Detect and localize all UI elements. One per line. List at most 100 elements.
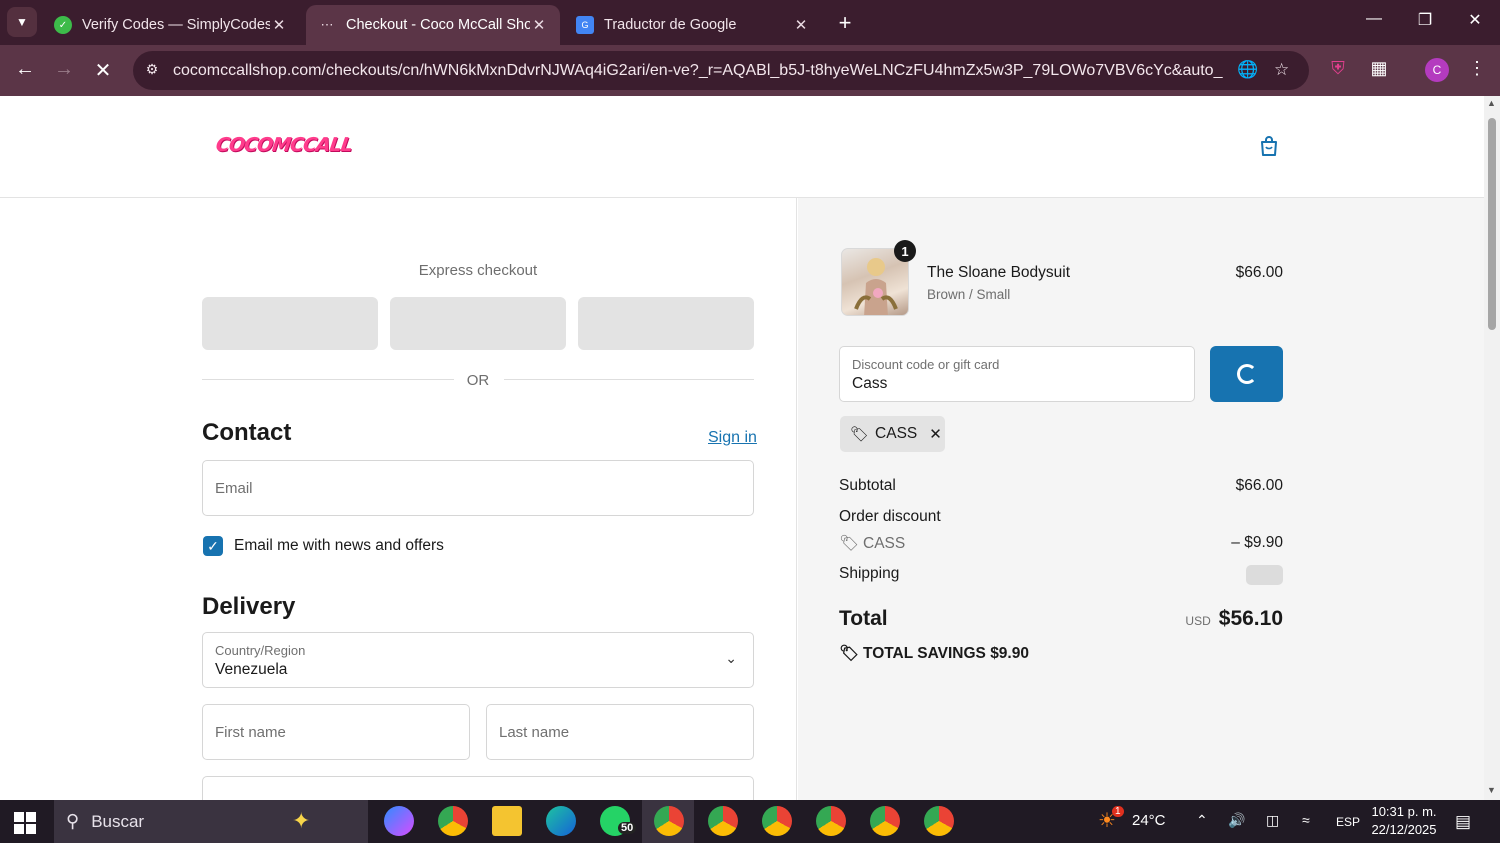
savings-value: $9.90 [990,645,1029,662]
newsletter-label: Email me with news and offers [234,537,444,554]
country-select[interactable]: Country/Region Venezuela ⌄ [202,632,754,688]
tab-title: Traductor de Google [604,17,737,33]
chevron-up-icon[interactable]: ⌃ [1196,812,1208,829]
email-field[interactable]: Email [202,460,754,516]
chrome-profile-c-icon[interactable] [654,806,684,836]
currency-code: USD [1185,614,1211,628]
tab-search-button[interactable]: ▼ [7,7,37,37]
new-tab-icon[interactable]: + [833,10,857,36]
total-savings: 🏷 TOTAL SAVINGS $9.90 [839,644,1029,663]
close-tab-icon[interactable]: ✕ [792,16,810,34]
wifi-icon[interactable]: ≈ [1302,812,1310,828]
remove-discount-icon[interactable]: ✕ [929,425,942,443]
menu-dots-icon[interactable]: ⋮ [1464,58,1490,79]
close-tab-icon[interactable]: ✕ [270,16,288,34]
chrome-profile-icon[interactable] [870,806,900,836]
product-price: $66.00 [1235,264,1283,281]
checkmark-icon: ✓ [207,537,219,554]
stop-loading-icon[interactable]: ✕ [90,58,116,83]
volume-icon[interactable]: 🔊 [1228,812,1245,829]
chrome-guest-icon[interactable] [924,806,954,836]
chrome-profile-icon[interactable] [816,806,846,836]
divider [202,379,454,380]
close-window-icon[interactable]: ✕ [1460,10,1490,30]
close-tab-icon[interactable]: ✕ [530,16,548,34]
profile-avatar[interactable]: C [1425,58,1449,82]
or-divider-label: OR [466,372,490,389]
discount-amount: – $9.90 [1231,534,1283,551]
tab-google-translate[interactable]: G Traductor de Google ✕ [564,5,822,45]
sign-in-link[interactable]: Sign in [708,429,757,447]
taskbar-search-box[interactable]: ⚲ Buscar ✦ [54,800,368,843]
tab-simplycodes[interactable]: ✓ Verify Codes — SimplyCodes ✕ [42,5,300,45]
taskbar-clock[interactable]: 10:31 p. m. 22/12/2025 [1364,803,1444,839]
file-explorer-icon[interactable] [492,806,522,836]
extensions-puzzle-icon[interactable]: ▦ [1366,58,1392,79]
display-icon[interactable]: ◫ [1266,812,1279,829]
scroll-up-icon[interactable]: ▲ [1487,98,1496,108]
weather-temperature[interactable]: 24°C [1132,812,1166,829]
product-variant: Brown / Small [927,287,1011,302]
chevron-down-icon: ⌄ [725,650,737,666]
minimize-icon[interactable]: — [1359,10,1389,28]
browser-toolbar: ← → ✕ ⚙ cocomccallshop.com/checkouts/cn/… [0,45,1500,96]
total-value: $56.10 [1218,607,1283,630]
address-field[interactable] [202,776,754,800]
total-row: Total USD $56.10 [839,607,1283,631]
restore-icon[interactable]: ❐ [1410,10,1440,30]
search-icon: ⚲ [66,811,80,831]
notifications-icon[interactable]: ▤ [1455,812,1471,832]
last-name-placeholder: Last name [499,724,570,741]
last-name-field[interactable]: Last name [486,704,754,760]
express-payment-button[interactable] [390,297,566,350]
product-name: The Sloane Bodysuit [927,264,1071,281]
discount-code-row: 🏷 CASS – $9.90 [839,534,1283,553]
google-translate-favicon-icon: G [576,16,594,34]
store-header: COCOMCCALL [0,96,1484,198]
forward-icon[interactable]: → [51,58,77,81]
quantity-badge: 1 [894,240,916,262]
site-info-icon[interactable]: ⚙ [143,61,161,79]
scrollbar-thumb[interactable] [1488,118,1496,330]
translate-icon[interactable]: 🌐 [1237,60,1258,80]
discount-code-field[interactable]: Discount code or gift card Cass [839,346,1195,402]
loading-spinner-icon [1236,364,1257,384]
clock-date: 22/12/2025 [1371,822,1437,837]
chrome-app-icon[interactable] [438,806,468,836]
shipping-row: Shipping [839,565,1283,585]
copilot-app-icon[interactable] [384,806,414,836]
loading-favicon-icon: ⋯ [320,17,334,32]
windows-start-icon[interactable] [14,812,36,834]
apply-discount-button[interactable] [1210,346,1283,402]
browser-tab-strip: ▼ ✓ Verify Codes — SimplyCodes ✕ ⋯ Check… [0,0,1500,45]
shopping-bag-icon[interactable] [1257,134,1281,158]
chrome-profile-p-icon[interactable] [708,806,738,836]
applied-discount-tag: 🏷 CASS ✕ [840,416,945,452]
newsletter-checkbox[interactable]: ✓ [203,536,223,556]
tab-title: Verify Codes — SimplyCodes [82,17,270,33]
discount-label: Discount code or gift card [852,357,1000,372]
scroll-down-icon[interactable]: ▼ [1487,785,1496,795]
store-logo[interactable]: COCOMCCALL [214,134,353,156]
first-name-field[interactable]: First name [202,704,470,760]
savings-label: TOTAL SAVINGS [863,645,986,662]
back-icon[interactable]: ← [12,58,38,81]
language-indicator[interactable]: ESP [1336,815,1360,829]
country-value: Venezuela [215,661,288,678]
bookmark-star-icon[interactable]: ☆ [1274,60,1289,80]
address-bar[interactable]: ⚙ cocomccallshop.com/checkouts/cn/hWN6kM… [133,51,1309,90]
discount-input-value: Cass [852,375,888,392]
edge-app-icon[interactable] [546,806,576,836]
tab-checkout[interactable]: ⋯ Checkout - Coco McCall Shop ✕ [306,5,560,45]
whatsapp-app-icon[interactable]: 50 [600,806,637,836]
express-payment-button[interactable] [202,297,378,350]
shield-extension-icon[interactable]: ⛨ [1325,58,1351,79]
chrome-profile-s-icon[interactable] [762,806,792,836]
page-scrollbar[interactable]: ▲ ▼ [1484,96,1500,800]
express-payment-button[interactable] [578,297,754,350]
tag-icon: 🏷 [839,645,859,662]
copilot-sparkle-icon: ✦ [292,808,311,833]
clock-time: 10:31 p. m. [1371,804,1437,819]
weather-badge: 1 [1112,806,1124,817]
order-discount-row: Order discount [839,508,1283,526]
